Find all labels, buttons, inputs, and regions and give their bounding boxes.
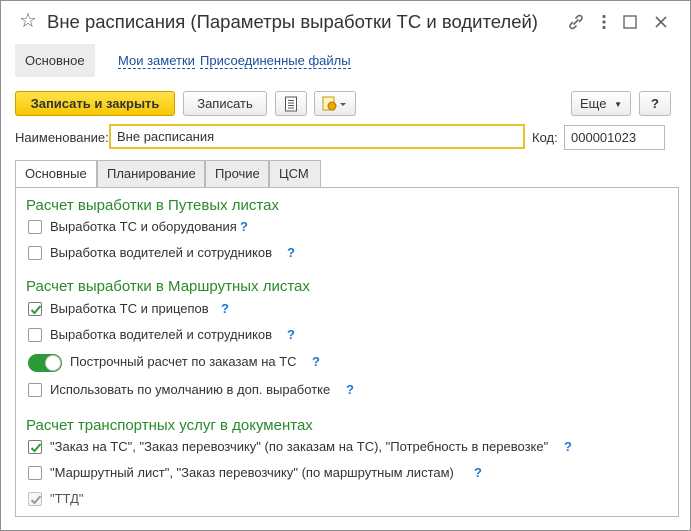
help-question-icon[interactable]: ?: [287, 245, 295, 260]
more-button[interactable]: Еще ▼: [571, 91, 631, 116]
help-question-icon[interactable]: ?: [221, 301, 229, 316]
checkbox-checked[interactable]: [28, 440, 42, 454]
toggle-switch[interactable]: [28, 354, 62, 372]
section-title-waybills: Расчет выработки в Путевых листах: [26, 197, 279, 214]
nav-tab-main[interactable]: Основное: [15, 44, 95, 77]
help-question-icon[interactable]: ?: [312, 354, 320, 369]
nav-tab-my-notes[interactable]: Мои заметки: [118, 44, 195, 77]
save-and-close-button[interactable]: Записать и закрыть: [15, 91, 175, 116]
checkbox[interactable]: [28, 246, 42, 260]
document-list-icon: [285, 96, 297, 112]
checkbox-label: Использовать по умолчанию в доп. выработ…: [50, 382, 331, 397]
more-menu-icon[interactable]: [595, 13, 613, 31]
create-based-on-button[interactable]: [314, 91, 356, 116]
checkbox-label: "Заказ на ТС", "Заказ перевозчику" (по з…: [50, 439, 549, 454]
form-window: ☆ Вне расписания (Параметры выработки ТС…: [0, 0, 691, 531]
close-icon[interactable]: [652, 13, 670, 31]
window-title: Вне расписания (Параметры выработки ТС и…: [47, 11, 538, 32]
toggle-knob: [45, 355, 61, 371]
tab-panel-main: Расчет выработки в Путевых листах Вырабо…: [15, 187, 679, 517]
tab-main[interactable]: Основные: [15, 160, 97, 188]
help-question-icon[interactable]: ?: [474, 465, 482, 480]
section-title-transport-services: Расчет транспортных услуг в документах: [26, 417, 313, 434]
checkbox-label: Выработка водителей и сотрудников: [50, 327, 273, 342]
checkbox-label: "Маршрутный лист", "Заказ перевозчику" (…: [50, 465, 454, 480]
help-question-icon[interactable]: ?: [240, 219, 248, 234]
more-button-label: Еще: [580, 96, 607, 111]
name-label: Наименование:: [15, 130, 109, 145]
title-bar: ☆ Вне расписания (Параметры выработки ТС…: [1, 1, 690, 43]
tab-planning[interactable]: Планирование: [97, 160, 205, 187]
checkbox[interactable]: [28, 466, 42, 480]
nav-tab-my-notes-label: Мои заметки: [118, 53, 195, 69]
checkbox[interactable]: [28, 328, 42, 342]
checkbox-label: Выработка водителей и сотрудников: [50, 245, 273, 260]
checkbox-label: Выработка ТС и оборудования: [50, 219, 237, 234]
report-button[interactable]: [275, 91, 307, 116]
checkbox-checked[interactable]: [28, 302, 42, 316]
favorite-star-icon[interactable]: ☆: [19, 11, 39, 31]
help-question-icon[interactable]: ?: [287, 327, 295, 342]
checkbox-checked-disabled: [28, 492, 42, 506]
help-question-icon[interactable]: ?: [346, 382, 354, 397]
chevron-down-icon: ▼: [614, 100, 622, 109]
create-document-icon: [322, 96, 346, 111]
code-label: Код:: [532, 130, 558, 145]
help-button[interactable]: ?: [639, 91, 671, 116]
name-input[interactable]: Вне расписания: [109, 124, 525, 149]
checkbox-label: "ТТД": [50, 491, 84, 506]
maximize-icon[interactable]: [621, 13, 639, 31]
nav-tab-attached-files-label: Присоединенные файлы: [200, 53, 351, 69]
tab-csm[interactable]: ЦСМ: [269, 160, 321, 187]
checkbox-label: Выработка ТС и прицепов: [50, 301, 209, 316]
help-question-icon[interactable]: ?: [564, 439, 572, 454]
tab-other[interactable]: Прочие: [205, 160, 269, 187]
toggle-label: Построчный расчет по заказам на ТС: [70, 354, 297, 369]
link-icon[interactable]: [567, 13, 585, 31]
checkbox[interactable]: [28, 220, 42, 234]
checkbox[interactable]: [28, 383, 42, 397]
save-button[interactable]: Записать: [183, 91, 267, 116]
code-input[interactable]: 000001023: [564, 125, 665, 150]
section-title-route-sheets: Расчет выработки в Маршрутных листах: [26, 278, 310, 295]
nav-tab-attached-files[interactable]: Присоединенные файлы: [200, 44, 351, 77]
